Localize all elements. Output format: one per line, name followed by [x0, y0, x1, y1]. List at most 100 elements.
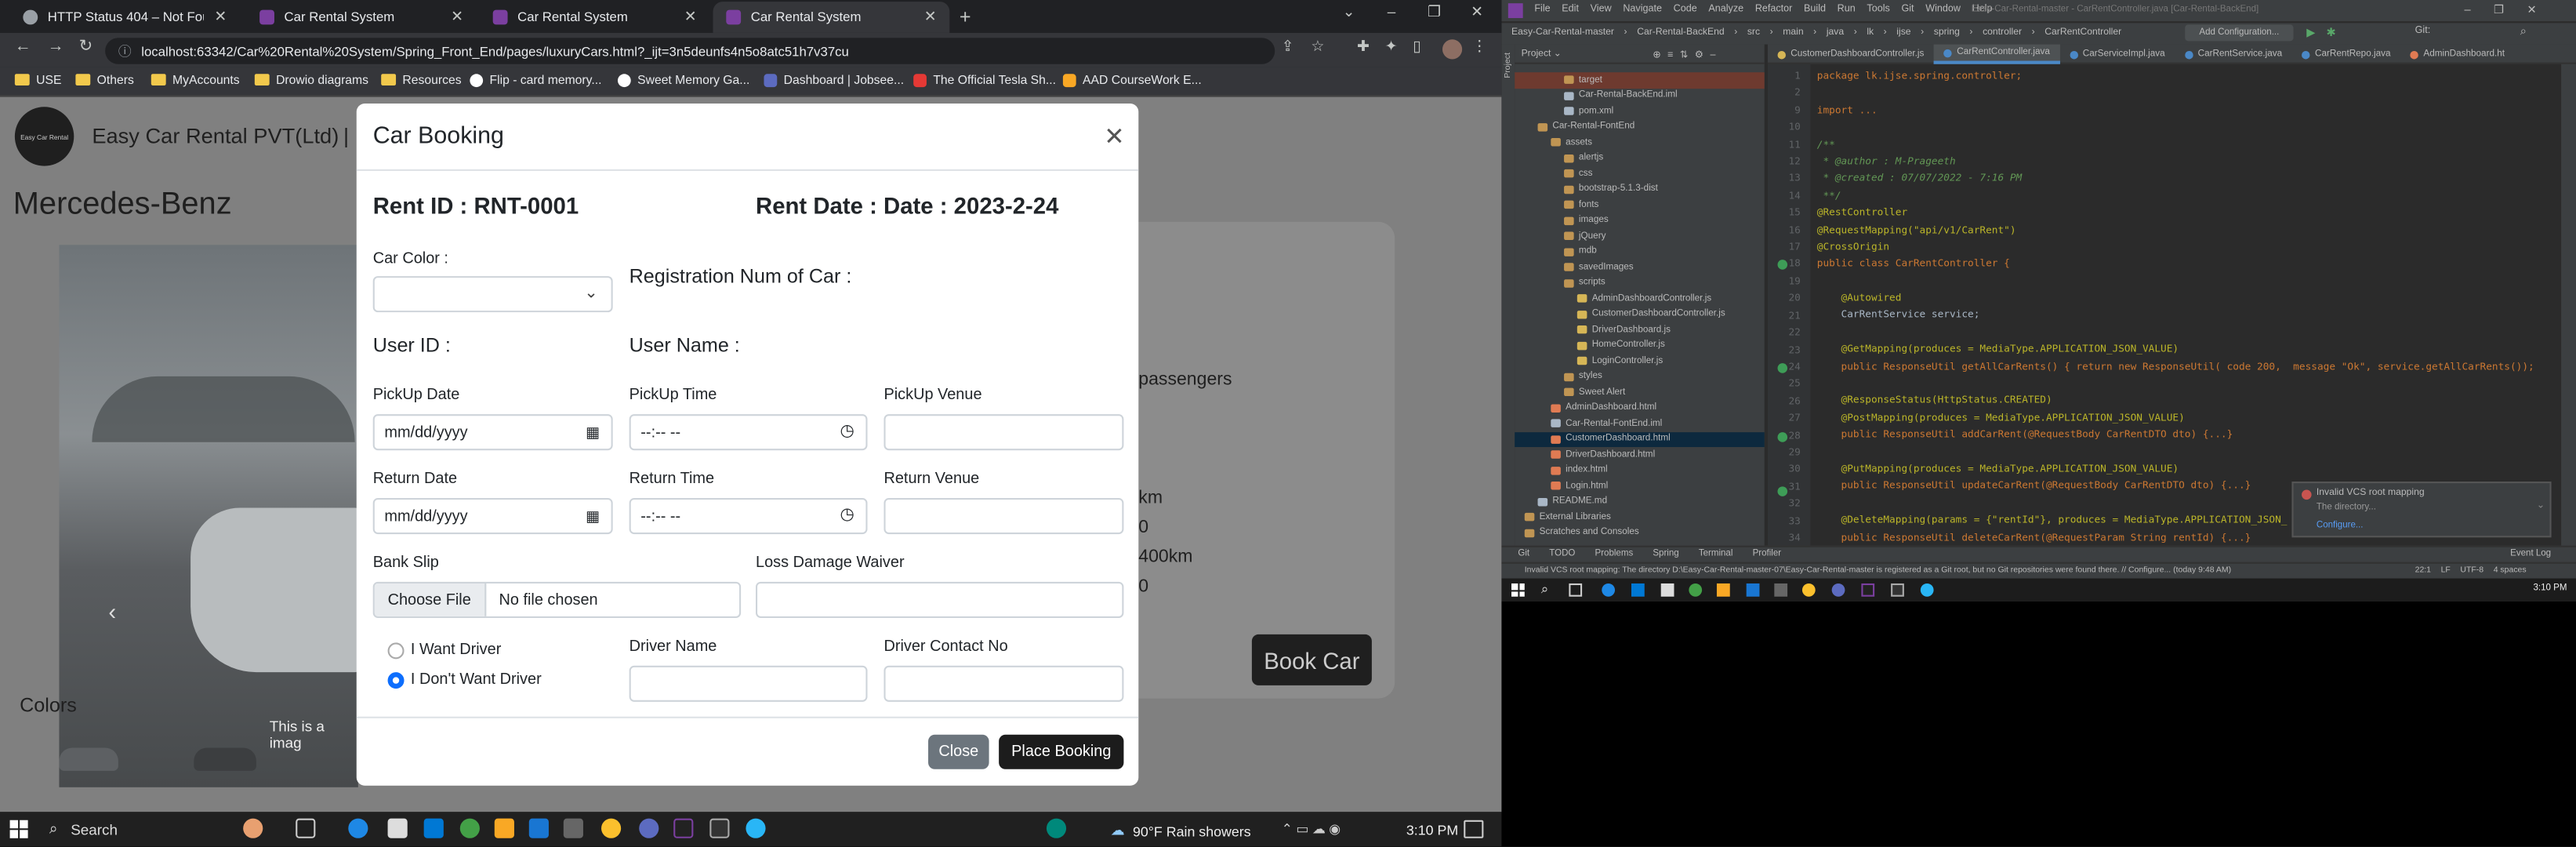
tree-folder[interactable]: mdb	[1515, 244, 1765, 260]
menu-build[interactable]: Build	[1804, 5, 1826, 15]
app-icon[interactable]	[1891, 583, 1904, 597]
url-input[interactable]: ⓘ localhost:63342/Car%20Rental%20System/…	[105, 38, 1275, 64]
tree-file[interactable]: Login.html	[1515, 478, 1765, 494]
app-icon[interactable]	[709, 818, 730, 838]
clock-icon[interactable]: ◷	[840, 423, 854, 441]
tree-folder[interactable]: External Libraries	[1515, 510, 1765, 525]
help-icon[interactable]	[1046, 818, 1067, 838]
calendar-icon[interactable]: ▦	[586, 424, 600, 442]
code-editor[interactable]: package lk.ijse.spring.controller; import…	[1817, 69, 2534, 547]
bookmark-folder[interactable]: USE	[14, 72, 61, 87]
menu-edit[interactable]: Edit	[1562, 5, 1579, 15]
tool-terminal[interactable]: Terminal	[1699, 549, 1733, 559]
menu-analyze[interactable]: Analyze	[1708, 5, 1743, 15]
mail-icon[interactable]	[423, 818, 444, 838]
start-windows-icon[interactable]	[1511, 583, 1525, 597]
close-tab-icon[interactable]: ✕	[684, 8, 697, 26]
add-configuration-button[interactable]: Add Configuration...	[2185, 24, 2294, 42]
bookmark-folder[interactable]: MyAccounts	[151, 72, 240, 87]
intellij-icon[interactable]	[1861, 583, 1875, 597]
bookmark-star-icon[interactable]: ☆	[1311, 38, 1324, 56]
profile-avatar[interactable]	[1442, 39, 1463, 60]
intellij-icon[interactable]	[673, 818, 694, 838]
editor-tab[interactable]: AdminDashboard.ht	[2400, 45, 2515, 64]
side-panel-icon[interactable]: ▯	[1413, 38, 1420, 56]
driver-contact-input[interactable]	[883, 665, 1124, 702]
close-button[interactable]: Close	[928, 734, 989, 769]
menu-code[interactable]: Code	[1674, 5, 1697, 15]
loss-damage-waiver-input[interactable]	[756, 581, 1124, 618]
store-icon[interactable]	[1746, 583, 1760, 597]
close-tab-icon[interactable]: ✕	[451, 8, 463, 26]
tree-file[interactable]: DriverDashboard.js	[1515, 322, 1765, 338]
chrome-app-icon[interactable]	[459, 818, 480, 838]
app-icon[interactable]	[1774, 583, 1788, 597]
return-date-input[interactable]: mm/dd/yyyy ▦	[372, 497, 613, 535]
tree-file[interactable]: AdminDashboardController.js	[1515, 291, 1765, 307]
menu-run[interactable]: Run	[1838, 5, 1856, 15]
tree-file[interactable]: CustomerDashboard.html	[1515, 431, 1765, 448]
tree-folder[interactable]: Car-Rental-FontEnd	[1515, 119, 1765, 135]
bank-slip-file-input[interactable]: Choose File No file chosen	[372, 581, 742, 618]
editor-tab[interactable]: CarRentRepo.java	[2292, 45, 2400, 64]
menu-tools[interactable]: Tools	[1867, 5, 1889, 15]
tree-folder[interactable]: css	[1515, 166, 1765, 182]
carousel-prev-icon[interactable]: ‹	[108, 598, 116, 625]
menu-view[interactable]: View	[1591, 5, 1612, 15]
tool-profiler[interactable]: Profiler	[1753, 549, 1782, 559]
store-icon[interactable]	[528, 818, 549, 838]
bookmark-link[interactable]: Sweet Memory Ga...	[617, 72, 749, 87]
event-log-button[interactable]: Event Log	[2510, 549, 2551, 559]
tree-folder[interactable]: Sweet Alert	[1515, 384, 1765, 400]
want-driver-radio[interactable]	[387, 642, 405, 660]
app-icon[interactable]	[563, 818, 583, 838]
tree-folder[interactable]: assets	[1515, 135, 1765, 151]
file-explorer-icon[interactable]	[1716, 583, 1730, 597]
mail-icon[interactable]	[1631, 583, 1645, 597]
weather-widget[interactable]: ☁ 90°F Rain showers	[1111, 822, 1251, 840]
app-icon[interactable]	[387, 818, 408, 838]
browser-tab-active[interactable]: Car Rental System ✕	[713, 2, 950, 33]
telegram-icon[interactable]	[746, 818, 766, 838]
tree-folder[interactable]: savedImages	[1515, 260, 1765, 275]
tree-folder[interactable]: target	[1515, 72, 1765, 89]
tree-folder[interactable]: images	[1515, 213, 1765, 228]
restore-icon[interactable]: ❐	[1413, 3, 1455, 21]
tree-file[interactable]: Car-Rental-FontEnd.iml	[1515, 416, 1765, 431]
menu-file[interactable]: File	[1534, 5, 1550, 15]
driver-name-input[interactable]	[629, 665, 868, 702]
configure-link[interactable]: Configure...	[2317, 521, 2364, 531]
minimize-icon[interactable]: –	[1370, 3, 1413, 20]
debug-icon[interactable]: ✱	[2326, 27, 2335, 40]
share-icon[interactable]: ⇪	[1282, 38, 1294, 56]
car-color-select[interactable]: ⌄	[372, 276, 613, 313]
system-tray-icons[interactable]: ⌃ ▭ ☁ ◉	[1282, 822, 1341, 837]
menu-window[interactable]: Window	[1925, 5, 1961, 15]
reload-icon[interactable]: ↻	[79, 38, 93, 56]
tree-file[interactable]: LoginController.js	[1515, 354, 1765, 369]
new-tab-icon[interactable]: +	[960, 5, 971, 27]
close-icon[interactable]: ✕	[1104, 122, 1124, 151]
edge-icon[interactable]	[348, 818, 368, 838]
edge-icon[interactable]	[1602, 583, 1616, 597]
chrome-app-icon[interactable]	[1689, 583, 1703, 597]
editor-tab[interactable]: CustomerDashboardController.js	[1768, 45, 1934, 64]
task-view-icon[interactable]	[1569, 583, 1583, 597]
tree-folder[interactable]: jQuery	[1515, 228, 1765, 244]
spring-bean-gutter-icon[interactable]	[1777, 260, 1788, 270]
secondary-clock[interactable]: 3:10 PM	[2534, 583, 2567, 594]
telegram-icon[interactable]	[1920, 583, 1934, 597]
file-explorer-icon[interactable]	[494, 818, 514, 838]
close-window-icon[interactable]: ✕	[1456, 3, 1498, 21]
tree-file[interactable]: pom.xml	[1515, 104, 1765, 119]
tree-file[interactable]: DriverDashboard.html	[1515, 447, 1765, 463]
editor-tab[interactable]: CarRentService.java	[2175, 45, 2291, 64]
git-label[interactable]: Git:	[2415, 27, 2431, 37]
bookmark-link[interactable]: The Official Tesla Sh...	[913, 72, 1056, 87]
bookmark-folder[interactable]: Others	[75, 72, 134, 87]
tool-problems[interactable]: Problems	[1595, 549, 1634, 559]
tree-folder[interactable]: fonts	[1515, 197, 1765, 213]
tree-folder[interactable]: styles	[1515, 369, 1765, 384]
tool-git[interactable]: Git	[1518, 549, 1529, 559]
project-tool-tab[interactable]: Project	[1504, 53, 1514, 78]
